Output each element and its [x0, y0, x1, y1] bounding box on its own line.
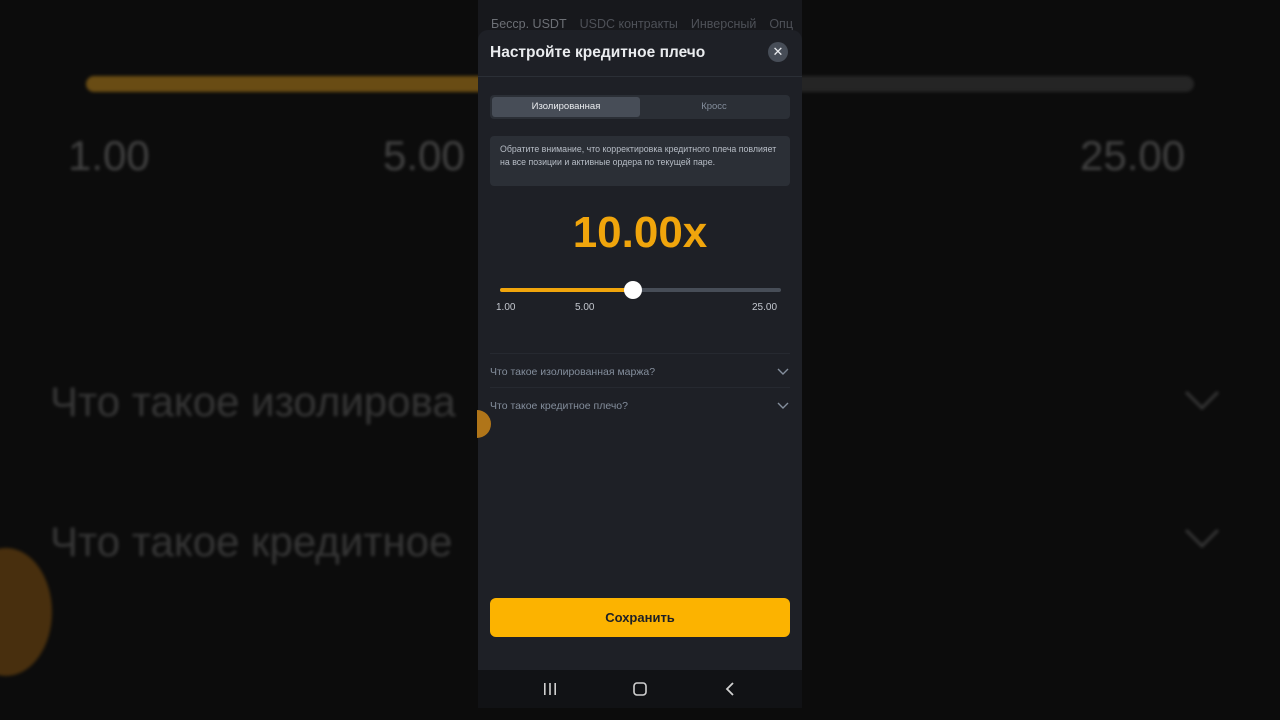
bg-chevron-down-icon	[1184, 528, 1220, 549]
faq-question: Что такое изолированная маржа?	[490, 366, 656, 378]
leverage-notice: Обратите внимание, что корректировка кре…	[490, 136, 790, 186]
slider-tick-min: 1.00	[496, 302, 516, 313]
bg-chevron-down-icon	[1184, 390, 1220, 411]
sheet-title: Настройте кредитное плечо	[490, 44, 706, 61]
leverage-sheet: Настройте кредитное плечо ✕ Изолированна…	[478, 30, 802, 670]
bg-tick-mid: 5.00	[383, 132, 465, 179]
bg-question-2: Что такое кредитное	[50, 518, 453, 565]
slider-fill	[500, 288, 634, 292]
slider-tick-max: 25.00	[752, 302, 778, 313]
chevron-down-icon	[777, 402, 789, 409]
bg-tick-min: 1.00	[68, 132, 150, 179]
slider-tick-mid: 5.00	[575, 302, 595, 313]
save-button[interactable]: Сохранить	[490, 598, 790, 637]
tab-options[interactable]: Опц	[769, 17, 793, 31]
faq-item-isolated-margin[interactable]: Что такое изолированная маржа?	[490, 353, 790, 388]
screen: 1.00 5.00 25.00 Что такое изолирова Что …	[0, 0, 1280, 720]
system-nav-bar	[478, 670, 802, 708]
tab-isolated[interactable]: Изолированная	[492, 97, 640, 117]
tab-inverse[interactable]: Инверсный	[691, 17, 756, 31]
divider	[478, 76, 802, 77]
tab-cross[interactable]: Кросс	[640, 97, 788, 117]
tab-usdt[interactable]: Бесср. USDT	[491, 17, 567, 31]
bg-decoration	[0, 548, 52, 676]
close-button[interactable]: ✕	[768, 42, 788, 62]
recent-apps-icon[interactable]	[540, 679, 560, 699]
phone-screen: Бесср. USDT USDC контракты Инверсный Опц…	[478, 0, 802, 708]
home-icon[interactable]	[630, 679, 650, 699]
faq-item-leverage[interactable]: Что такое кредитное плечо?	[490, 387, 790, 422]
faq-question: Что такое кредитное плечо?	[490, 400, 628, 412]
close-icon: ✕	[772, 44, 784, 59]
tab-usdc[interactable]: USDC контракты	[580, 17, 678, 31]
margin-mode-tabs: Изолированная Кросс	[490, 95, 790, 119]
chevron-down-icon	[777, 368, 789, 375]
bg-tick-max: 25.00	[1080, 132, 1186, 179]
back-icon[interactable]	[721, 679, 741, 699]
leverage-slider[interactable]	[500, 281, 781, 299]
slider-handle[interactable]	[624, 281, 643, 299]
leverage-value: 10.00x	[572, 208, 708, 257]
bg-question-1: Что такое изолирова	[50, 378, 456, 425]
